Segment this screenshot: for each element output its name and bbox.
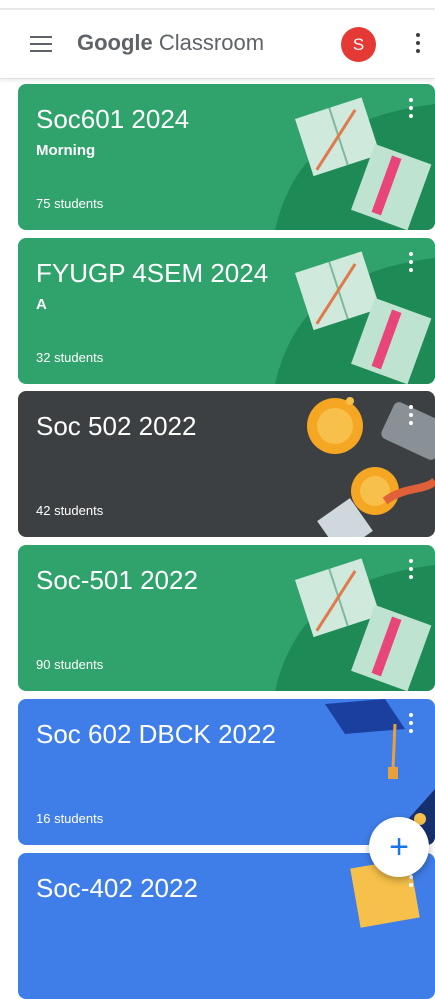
card-more-icon[interactable] xyxy=(406,713,416,739)
student-count: 16 students xyxy=(36,811,104,826)
app-title: Google Classroom xyxy=(77,30,264,56)
brand-google: Google xyxy=(77,30,153,55)
books-illustration xyxy=(275,558,435,691)
class-title: Soc-402 2022 xyxy=(36,873,198,903)
class-card[interactable]: Soc 502 2022 42 students xyxy=(18,391,435,537)
medals-illustration xyxy=(307,397,435,537)
card-more-icon[interactable] xyxy=(406,559,416,585)
card-more-icon[interactable] xyxy=(406,252,416,278)
class-card[interactable]: FYUGP 4SEM 2024 A 32 students xyxy=(18,238,435,384)
student-count: 90 students xyxy=(36,657,104,672)
class-card[interactable]: Soc-402 2022 xyxy=(18,853,435,999)
class-section: Morning xyxy=(36,142,96,159)
card-more-icon[interactable] xyxy=(406,98,416,124)
status-divider xyxy=(0,8,435,10)
class-title: Soc-501 2022 xyxy=(36,565,198,595)
class-card[interactable]: Soc-501 2022 90 students xyxy=(18,545,435,691)
class-title: Soc601 2024 xyxy=(36,104,190,134)
card-more-icon[interactable] xyxy=(406,405,416,431)
add-class-fab[interactable]: + xyxy=(369,817,429,877)
class-card[interactable]: Soc601 2024 Morning 75 students xyxy=(18,84,435,230)
student-count: 42 students xyxy=(36,503,104,518)
hamburger-menu-icon[interactable] xyxy=(30,36,52,52)
class-section: A xyxy=(36,296,47,313)
books-illustration xyxy=(275,97,435,230)
account-avatar[interactable]: S xyxy=(341,27,376,62)
class-title: Soc 502 2022 xyxy=(36,411,197,441)
more-options-icon[interactable] xyxy=(412,33,424,57)
app-bar: Google Classroom S xyxy=(0,0,435,79)
brand-classroom: Classroom xyxy=(158,30,265,55)
class-title: Soc 602 DBCK 2022 xyxy=(36,719,276,749)
class-title: FYUGP 4SEM 2024 xyxy=(36,258,269,288)
student-count: 32 students xyxy=(36,350,104,365)
student-count: 75 students xyxy=(36,196,104,211)
class-card[interactable]: Soc 602 DBCK 2022 16 students xyxy=(18,699,435,845)
